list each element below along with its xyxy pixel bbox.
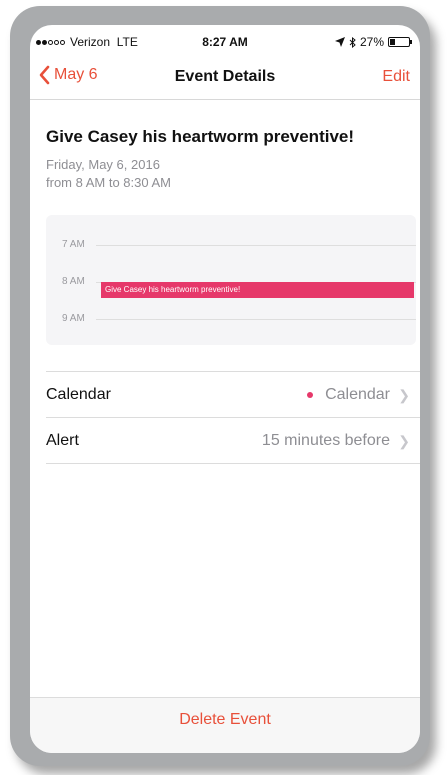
calendar-row-value: Calendar <box>307 386 390 404</box>
day-preview[interactable]: 7 AM 8 AM Give Casey his heartworm preve… <box>46 215 416 345</box>
hour-line <box>96 245 416 246</box>
divider <box>46 371 420 372</box>
phone-screen: Verizon LTE 8:27 AM 27% May 6 Event Deta… <box>30 25 420 753</box>
battery-percentage: 27% <box>359 35 384 49</box>
bluetooth-icon <box>349 36 356 48</box>
event-date: Friday, May 6, 2016 <box>46 157 160 172</box>
alert-row-value: 15 minutes before <box>261 432 390 449</box>
alert-row[interactable]: Alert 15 minutes before ❯ <box>46 421 420 461</box>
calendar-color-dot-icon <box>307 392 314 398</box>
page-title: Event Details <box>174 68 276 85</box>
navigation-bar: May 6 Event Details Edit <box>30 55 420 100</box>
alert-row-label: Alert <box>46 432 79 449</box>
battery-icon <box>388 37 412 47</box>
hour-line <box>96 319 416 320</box>
divider <box>46 417 420 418</box>
calendar-row-label: Calendar <box>46 386 111 403</box>
chevron-right-icon: ❯ <box>398 386 410 403</box>
status-bar: Verizon LTE 8:27 AM 27% <box>30 25 420 53</box>
edit-button[interactable]: Edit <box>382 68 410 86</box>
event-title: Give Casey his heartworm preventive! <box>46 127 355 146</box>
chevron-right-icon: ❯ <box>398 432 410 449</box>
event-time-range: from 8 AM to 8:30 AM <box>46 175 171 190</box>
divider <box>46 463 420 464</box>
calendar-row[interactable]: Calendar Calendar ❯ <box>46 375 420 415</box>
delete-event-button[interactable]: Delete Event <box>30 711 420 729</box>
hour-label-8am: 8 AM <box>62 276 85 287</box>
event-block[interactable]: Give Casey his heartworm preventive! <box>101 282 414 298</box>
location-arrow-icon <box>334 37 345 47</box>
calendar-name: Calendar <box>325 386 390 403</box>
hour-label-9am: 9 AM <box>62 313 85 324</box>
hour-label-7am: 7 AM <box>62 239 85 250</box>
status-right: 27% <box>334 35 412 49</box>
